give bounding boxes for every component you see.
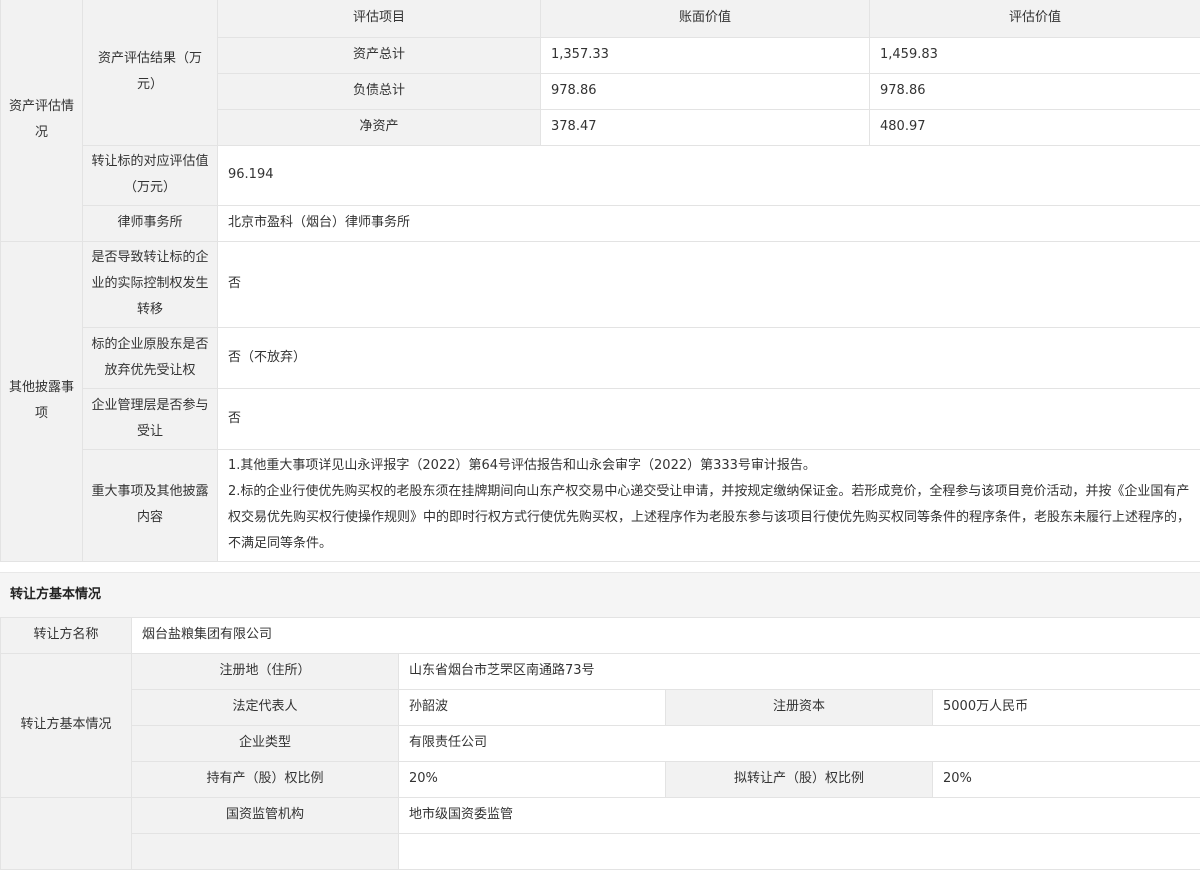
capital-label: 注册资本 <box>666 689 933 725</box>
transferor-section-title: 转让方基本情况 <box>0 572 1200 618</box>
total-liabilities-book: 978.86 <box>541 73 870 109</box>
legal-rep-label: 法定代表人 <box>132 689 399 725</box>
hold-ratio-value: 20% <box>399 761 666 797</box>
company-type-label: 企业类型 <box>132 725 399 761</box>
total-liabilities-eval: 978.86 <box>870 73 1200 109</box>
target-value: 96.194 <box>218 145 1200 205</box>
transfer-ratio-value: 20% <box>933 761 1200 797</box>
legal-rep-value: 孙韶波 <box>399 689 666 725</box>
asset-eval-result-label: 资产评估结果（万元） <box>83 0 218 145</box>
asset-disclosure-table: 资产评估情况 资产评估结果（万元） 评估项目 账面价值 评估价值 资产总计 1,… <box>0 0 1200 242</box>
header-book-value: 账面价值 <box>541 0 870 37</box>
net-assets-eval: 480.97 <box>870 109 1200 145</box>
row-total-assets-label: 资产总计 <box>218 37 541 73</box>
supervisor-value: 地市级国资委监管 <box>399 797 1200 833</box>
target-value-label: 转让标的对应评估值（万元） <box>83 145 218 205</box>
major-matters-content: 1.其他重大事项详见山永评报字（2022）第64号评估报告和山永会审字（2022… <box>218 449 1200 561</box>
major-matters-label: 重大事项及其他披露内容 <box>83 449 218 561</box>
control-transfer-value: 否 <box>218 241 1200 327</box>
address-label: 注册地（住所） <box>132 653 399 689</box>
transferor-basic-label: 转让方基本情况 <box>1 653 132 797</box>
transferor-name-label: 转让方名称 <box>1 617 132 653</box>
control-transfer-label: 是否导致转让标的企业的实际控制权发生转移 <box>83 241 218 327</box>
address-value: 山东省烟台市芝罘区南通路73号 <box>399 653 1200 689</box>
major-matter-line-1: 1.其他重大事项详见山永评报字（2022）第64号评估报告和山永会审字（2022… <box>228 453 1190 479</box>
mgmt-label: 企业管理层是否参与受让 <box>83 388 218 449</box>
header-eval-value: 评估价值 <box>870 0 1200 37</box>
next-row-label <box>132 833 399 869</box>
company-type-value: 有限责任公司 <box>399 725 1200 761</box>
capital-value: 5000万人民币 <box>933 689 1200 725</box>
net-assets-book: 378.47 <box>541 109 870 145</box>
next-row-value <box>399 833 1200 869</box>
supervisor-label: 国资监管机构 <box>132 797 399 833</box>
other-disclosure-section-label: 其他披露事项 <box>1 241 83 561</box>
other-disclosure-table: 其他披露事项 是否导致转让标的企业的实际控制权发生转移 否 标的企业原股东是否放… <box>0 241 1200 562</box>
total-assets-eval: 1,459.83 <box>870 37 1200 73</box>
mgmt-value: 否 <box>218 388 1200 449</box>
asset-eval-section-label: 资产评估情况 <box>1 0 83 241</box>
preemptive-label: 标的企业原股东是否放弃优先受让权 <box>83 327 218 388</box>
preemptive-value: 否（不放弃） <box>218 327 1200 388</box>
law-firm-label: 律师事务所 <box>83 205 218 241</box>
header-eval-item: 评估项目 <box>218 0 541 37</box>
row-total-liabilities-label: 负债总计 <box>218 73 541 109</box>
transferor-extra-label <box>1 797 132 869</box>
transferor-name: 烟台盐粮集团有限公司 <box>132 617 1200 653</box>
row-net-assets-label: 净资产 <box>218 109 541 145</box>
hold-ratio-label: 持有产（股）权比例 <box>132 761 399 797</box>
law-firm: 北京市盈科（烟台）律师事务所 <box>218 205 1200 241</box>
transfer-ratio-label: 拟转让产（股）权比例 <box>666 761 933 797</box>
total-assets-book: 1,357.33 <box>541 37 870 73</box>
major-matter-line-2: 2.标的企业行使优先购买权的老股东须在挂牌期间向山东产权交易中心递交受让申请，并… <box>228 479 1190 557</box>
